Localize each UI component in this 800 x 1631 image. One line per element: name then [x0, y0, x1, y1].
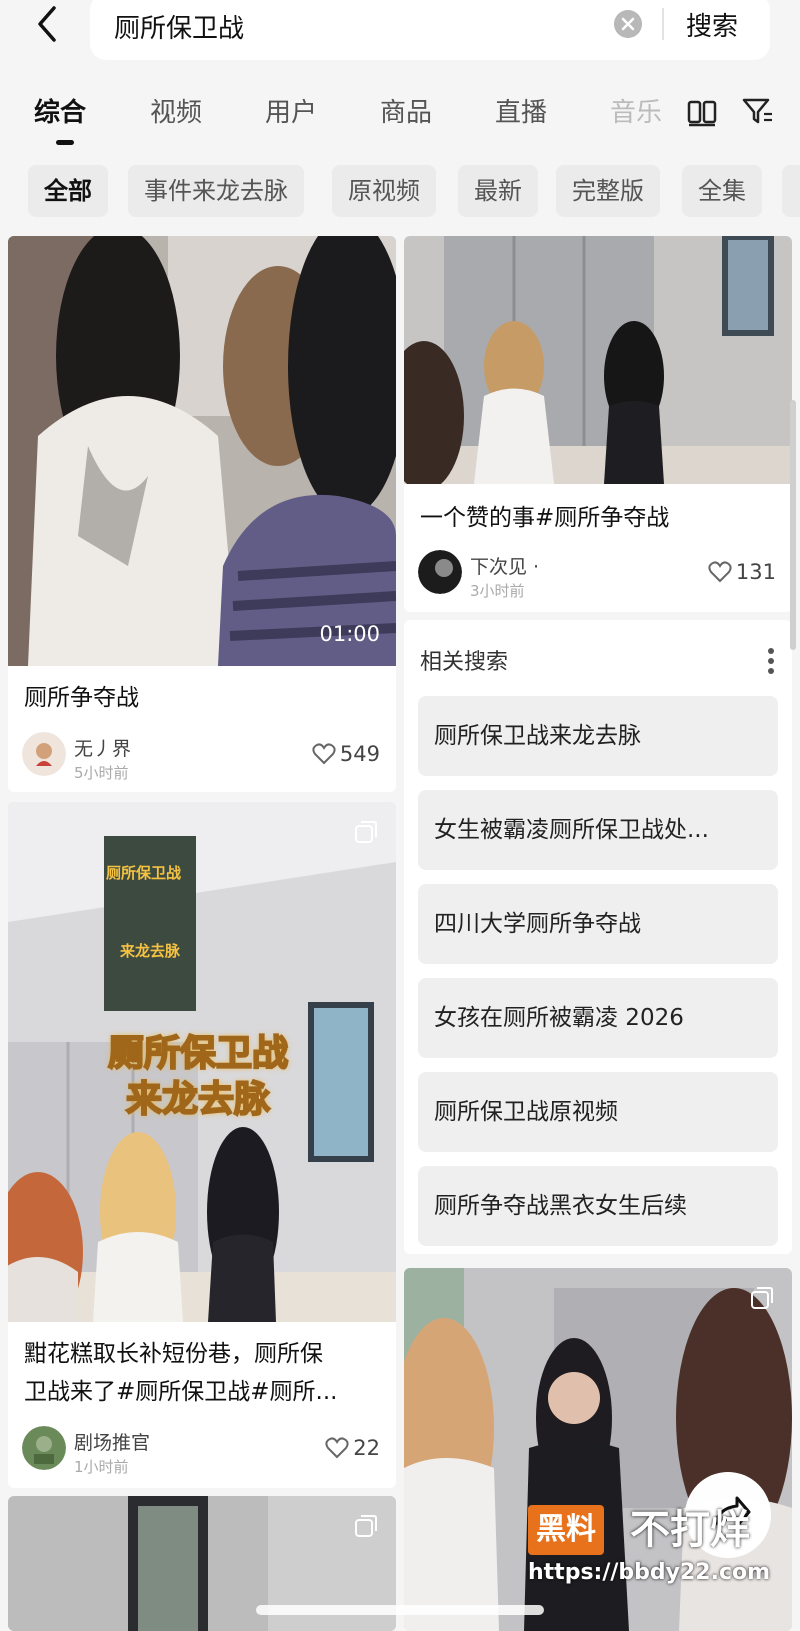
- post-time: 3小时前: [470, 582, 525, 600]
- related-searches: 相关搜索 厕所保卫战来龙去脉 女生被霸凌厕所保卫战处... 四川大学厕所争夺战 …: [404, 620, 792, 1254]
- heart-icon: [312, 743, 336, 765]
- tab-indicator: [56, 140, 74, 145]
- overlay-title-line2: 来龙去脉: [125, 1078, 271, 1121]
- card-title: 厕所争夺战: [24, 685, 139, 711]
- filter-icon[interactable]: [740, 94, 774, 128]
- author-name[interactable]: 剧场推官: [74, 1428, 150, 1455]
- home-indicator[interactable]: [256, 1605, 544, 1615]
- watermark-logo-text: 不打烊: [630, 1507, 750, 1553]
- like-number: 22: [353, 1436, 380, 1460]
- related-item[interactable]: 女生被霸凌厕所保卫战处...: [418, 790, 778, 870]
- card-title-line1: 黚花糕取长补短份巷，厕所保: [24, 1341, 323, 1367]
- divider: [662, 8, 664, 40]
- heart-icon: [708, 561, 732, 583]
- card-title-line2: 卫战来了#厕所保卫战#厕所...: [24, 1379, 338, 1405]
- scrollbar[interactable]: [790, 400, 796, 650]
- result-tabs: 综合 视频 用户 商品 直播 音乐: [0, 80, 800, 150]
- layout-toggle-icon[interactable]: [686, 96, 718, 128]
- watermark-logo: 黑料: [528, 1505, 604, 1555]
- tab-live[interactable]: 直播: [495, 92, 547, 129]
- tab-all[interactable]: 综合: [34, 92, 86, 129]
- chip-complete[interactable]: 完整版: [556, 165, 660, 217]
- avatar[interactable]: [22, 732, 66, 776]
- like-count[interactable]: 131: [708, 560, 776, 584]
- search-button[interactable]: 搜索: [686, 6, 738, 43]
- tab-video[interactable]: 视频: [150, 92, 202, 129]
- chip-latest[interactable]: 最新: [458, 165, 538, 217]
- related-item[interactable]: 女孩在厕所被霸凌 2026: [418, 978, 778, 1058]
- chip-event-story[interactable]: 事件来龙去脉: [128, 165, 304, 217]
- overlay-title-line1: 厕所保卫战: [107, 1032, 289, 1075]
- tab-goods[interactable]: 商品: [380, 92, 432, 129]
- tab-users[interactable]: 用户: [265, 92, 317, 129]
- inset-subtitle: 来龙去脉: [120, 942, 181, 960]
- inset-title: 厕所保卫战: [106, 864, 182, 882]
- video-card[interactable]: 一个赞的事#厕所争夺战 下次见 · 3小时前 131: [404, 236, 792, 612]
- chip-all[interactable]: 全部: [28, 165, 108, 217]
- video-card[interactable]: 厕所保卫战 来龙去脉 厕所保卫战 来龙去脉 黚花糕取长补短份巷，厕所保 卫战来了…: [8, 802, 396, 1488]
- tab-music[interactable]: 音乐: [610, 92, 662, 129]
- related-title: 相关搜索: [420, 650, 509, 675]
- filter-chips: 全部 事件来龙去脉 原视频 最新 完整版 全集: [0, 165, 800, 221]
- related-item[interactable]: 厕所保卫战原视频: [418, 1072, 778, 1152]
- chip-more[interactable]: [782, 165, 800, 217]
- avatar[interactable]: [22, 1426, 66, 1470]
- video-thumbnail: [8, 236, 396, 666]
- heart-icon: [325, 1437, 349, 1459]
- like-count[interactable]: 22: [325, 1436, 380, 1460]
- post-time: 5小时前: [74, 764, 129, 782]
- multi-image-icon: [355, 1515, 377, 1537]
- video-thumbnail: [404, 236, 792, 484]
- related-item[interactable]: 厕所争夺战黑衣女生后续: [418, 1166, 778, 1246]
- avatar[interactable]: [418, 550, 462, 594]
- like-number: 131: [735, 560, 776, 584]
- more-icon[interactable]: [768, 648, 774, 674]
- video-duration: 01:00: [319, 622, 380, 646]
- search-box[interactable]: 厕所保卫战 搜索: [90, 0, 770, 60]
- like-number: 549: [339, 742, 380, 766]
- multi-image-icon: [751, 1287, 773, 1309]
- clear-icon[interactable]: [614, 10, 642, 38]
- multi-image-icon: [355, 821, 377, 843]
- back-arrow-icon[interactable]: [28, 2, 72, 46]
- related-item[interactable]: 四川大学厕所争夺战: [418, 884, 778, 964]
- card-title: 一个赞的事#厕所争夺战: [420, 505, 670, 531]
- top-bar: 厕所保卫战 搜索: [0, 0, 800, 72]
- post-time: 1小时前: [74, 1458, 129, 1476]
- author-name[interactable]: 无丿界: [74, 734, 131, 761]
- related-item[interactable]: 厕所保卫战来龙去脉: [418, 696, 778, 776]
- watermark-url: https://bbdy22.com: [528, 1560, 771, 1585]
- chip-collection[interactable]: 全集: [682, 165, 762, 217]
- chip-original-video[interactable]: 原视频: [332, 165, 436, 217]
- like-count[interactable]: 549: [312, 742, 380, 766]
- video-card[interactable]: 01:00 厕所争夺战 无丿界 5小时前 549: [8, 236, 396, 792]
- watermark: 黑料 不打烊 https://bbdy22.com: [528, 1505, 788, 1585]
- author-name[interactable]: 下次见 ·: [470, 552, 539, 579]
- search-input[interactable]: 厕所保卫战: [114, 8, 244, 45]
